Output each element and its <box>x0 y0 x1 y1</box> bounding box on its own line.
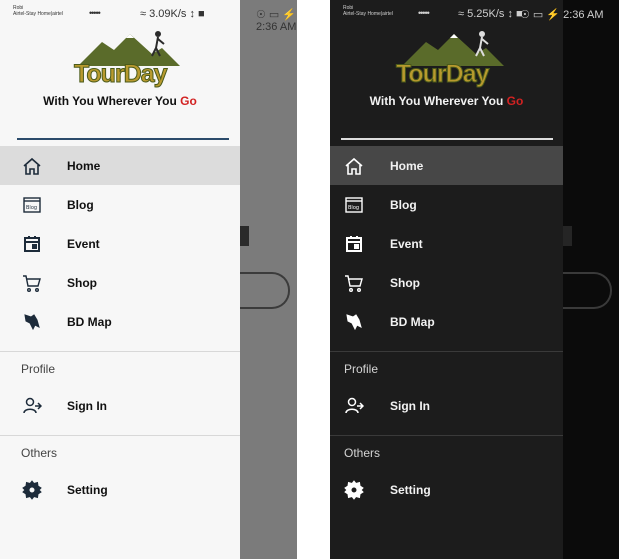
tagline-main: With You Wherever You <box>369 94 507 108</box>
drawer-menu: Home Blog Blog Event Shop BD Map Profile… <box>0 146 240 509</box>
menu-item-blog[interactable]: Blog Blog <box>0 185 240 224</box>
signal-icon: ••••• <box>89 8 101 18</box>
menu-item-label: BD Map <box>67 314 112 329</box>
gear-icon <box>22 479 42 500</box>
sign-in-icon <box>22 396 42 416</box>
menu-item-label: Shop <box>67 275 97 290</box>
home-icon <box>344 156 364 176</box>
menu-item-label: Blog <box>390 197 417 212</box>
map-icon <box>22 312 42 332</box>
calendar-icon <box>22 234 42 254</box>
carrier-text: Robi Airtel-Stay Home|airtel <box>13 5 63 17</box>
section-title-profile: Profile <box>21 362 56 376</box>
map-icon <box>344 312 364 332</box>
header-divider <box>17 138 229 140</box>
menu-item-setting[interactable]: Setting <box>0 470 240 509</box>
tagline: With You Wherever You Go <box>330 94 563 108</box>
background-input <box>234 272 290 309</box>
blog-icon: Blog <box>22 195 42 215</box>
menu-item-shop[interactable]: Shop <box>0 263 240 302</box>
navigation-drawer: Robi Airtel-Stay Home|airtel ••••• ≈ 3.0… <box>0 0 240 559</box>
calendar-icon <box>344 234 364 254</box>
tagline: With You Wherever You Go <box>0 94 240 108</box>
background-input <box>556 272 612 309</box>
blog-icon-text: Blog <box>26 205 37 211</box>
menu-item-home[interactable]: Home <box>330 146 563 185</box>
menu-item-shop[interactable]: Shop <box>330 263 563 302</box>
blog-icon-text: Blog <box>348 205 359 211</box>
menu-item-setting[interactable]: Setting <box>330 470 563 509</box>
drawer-header: TourDay With You Wherever You Go <box>0 24 240 140</box>
menu-item-label: Home <box>67 158 101 173</box>
drawer-menu: Home Blog Blog Event Shop BD Map Profile… <box>330 146 563 509</box>
cart-icon <box>22 273 42 293</box>
menu-item-bd-map[interactable]: BD Map <box>0 302 240 341</box>
menu-item-label: Blog <box>67 197 94 212</box>
menu-item-label: Sign In <box>390 398 430 413</box>
status-bar: Robi Airtel-Stay Home|airtel ••••• ≈ 3.0… <box>0 0 240 24</box>
header-divider <box>341 138 553 140</box>
menu-item-label: Event <box>390 236 423 251</box>
home-icon <box>22 156 42 176</box>
background-content <box>240 226 249 246</box>
navigation-drawer: Robi Airtel-Stay Home|airtel ••••• ≈ 5.2… <box>330 0 563 559</box>
menu-item-blog[interactable]: Blog Blog <box>330 185 563 224</box>
tagline-accent: Go <box>506 94 524 108</box>
carrier-text: Robi Airtel-Stay Home|airtel <box>343 5 393 17</box>
tagline-main: With You Wherever You <box>43 94 181 108</box>
menu-item-label: BD Map <box>390 314 435 329</box>
menu-item-bd-map[interactable]: BD Map <box>330 302 563 341</box>
menu-item-label: Shop <box>390 275 420 290</box>
menu-item-label: Setting <box>67 482 108 497</box>
menu-item-label: Sign In <box>67 398 107 413</box>
status-time: ☉ ▭ ⚡ 2:36 AM <box>520 9 604 21</box>
sign-in-icon <box>344 396 364 416</box>
gear-icon <box>344 479 364 500</box>
logo-text: TourDay <box>74 60 169 89</box>
status-bar-right: ☉ ▭ ⚡ 2:36 AM <box>510 0 619 24</box>
blog-icon: Blog <box>344 195 364 215</box>
menu-item-label: Event <box>67 236 100 251</box>
light-theme-screen: Robi Airtel-Stay Home|airtel ••••• ≈ 3.0… <box>0 0 297 559</box>
menu-item-event[interactable]: Event <box>330 224 563 263</box>
drawer-header: TourDay With You Wherever You Go <box>330 24 563 140</box>
status-bar-right: ☉ ▭ ⚡ 2:36 AM <box>240 0 297 33</box>
signal-icon: ••••• <box>418 8 430 18</box>
dark-theme-screen: Robi Airtel-Stay Home|airtel ••••• ≈ 5.2… <box>330 0 619 559</box>
menu-item-home[interactable]: Home <box>0 146 240 185</box>
menu-item-event[interactable]: Event <box>0 224 240 263</box>
logo-text: TourDay <box>396 60 491 89</box>
background-content <box>563 226 572 246</box>
tagline-accent: Go <box>180 94 197 108</box>
section-title-profile: Profile <box>344 362 379 376</box>
section-title-others: Others <box>344 446 381 460</box>
menu-item-sign-in[interactable]: Sign In <box>330 386 563 425</box>
network-speed: ≈ 3.09K/s ↕ ■ <box>140 8 205 20</box>
status-time: ☉ ▭ ⚡ 2:36 AM <box>256 9 297 33</box>
menu-item-label: Home <box>390 158 424 173</box>
cart-icon <box>344 273 364 293</box>
section-title-others: Others <box>21 446 58 460</box>
menu-item-sign-in[interactable]: Sign In <box>0 386 240 425</box>
menu-item-label: Setting <box>390 482 431 497</box>
